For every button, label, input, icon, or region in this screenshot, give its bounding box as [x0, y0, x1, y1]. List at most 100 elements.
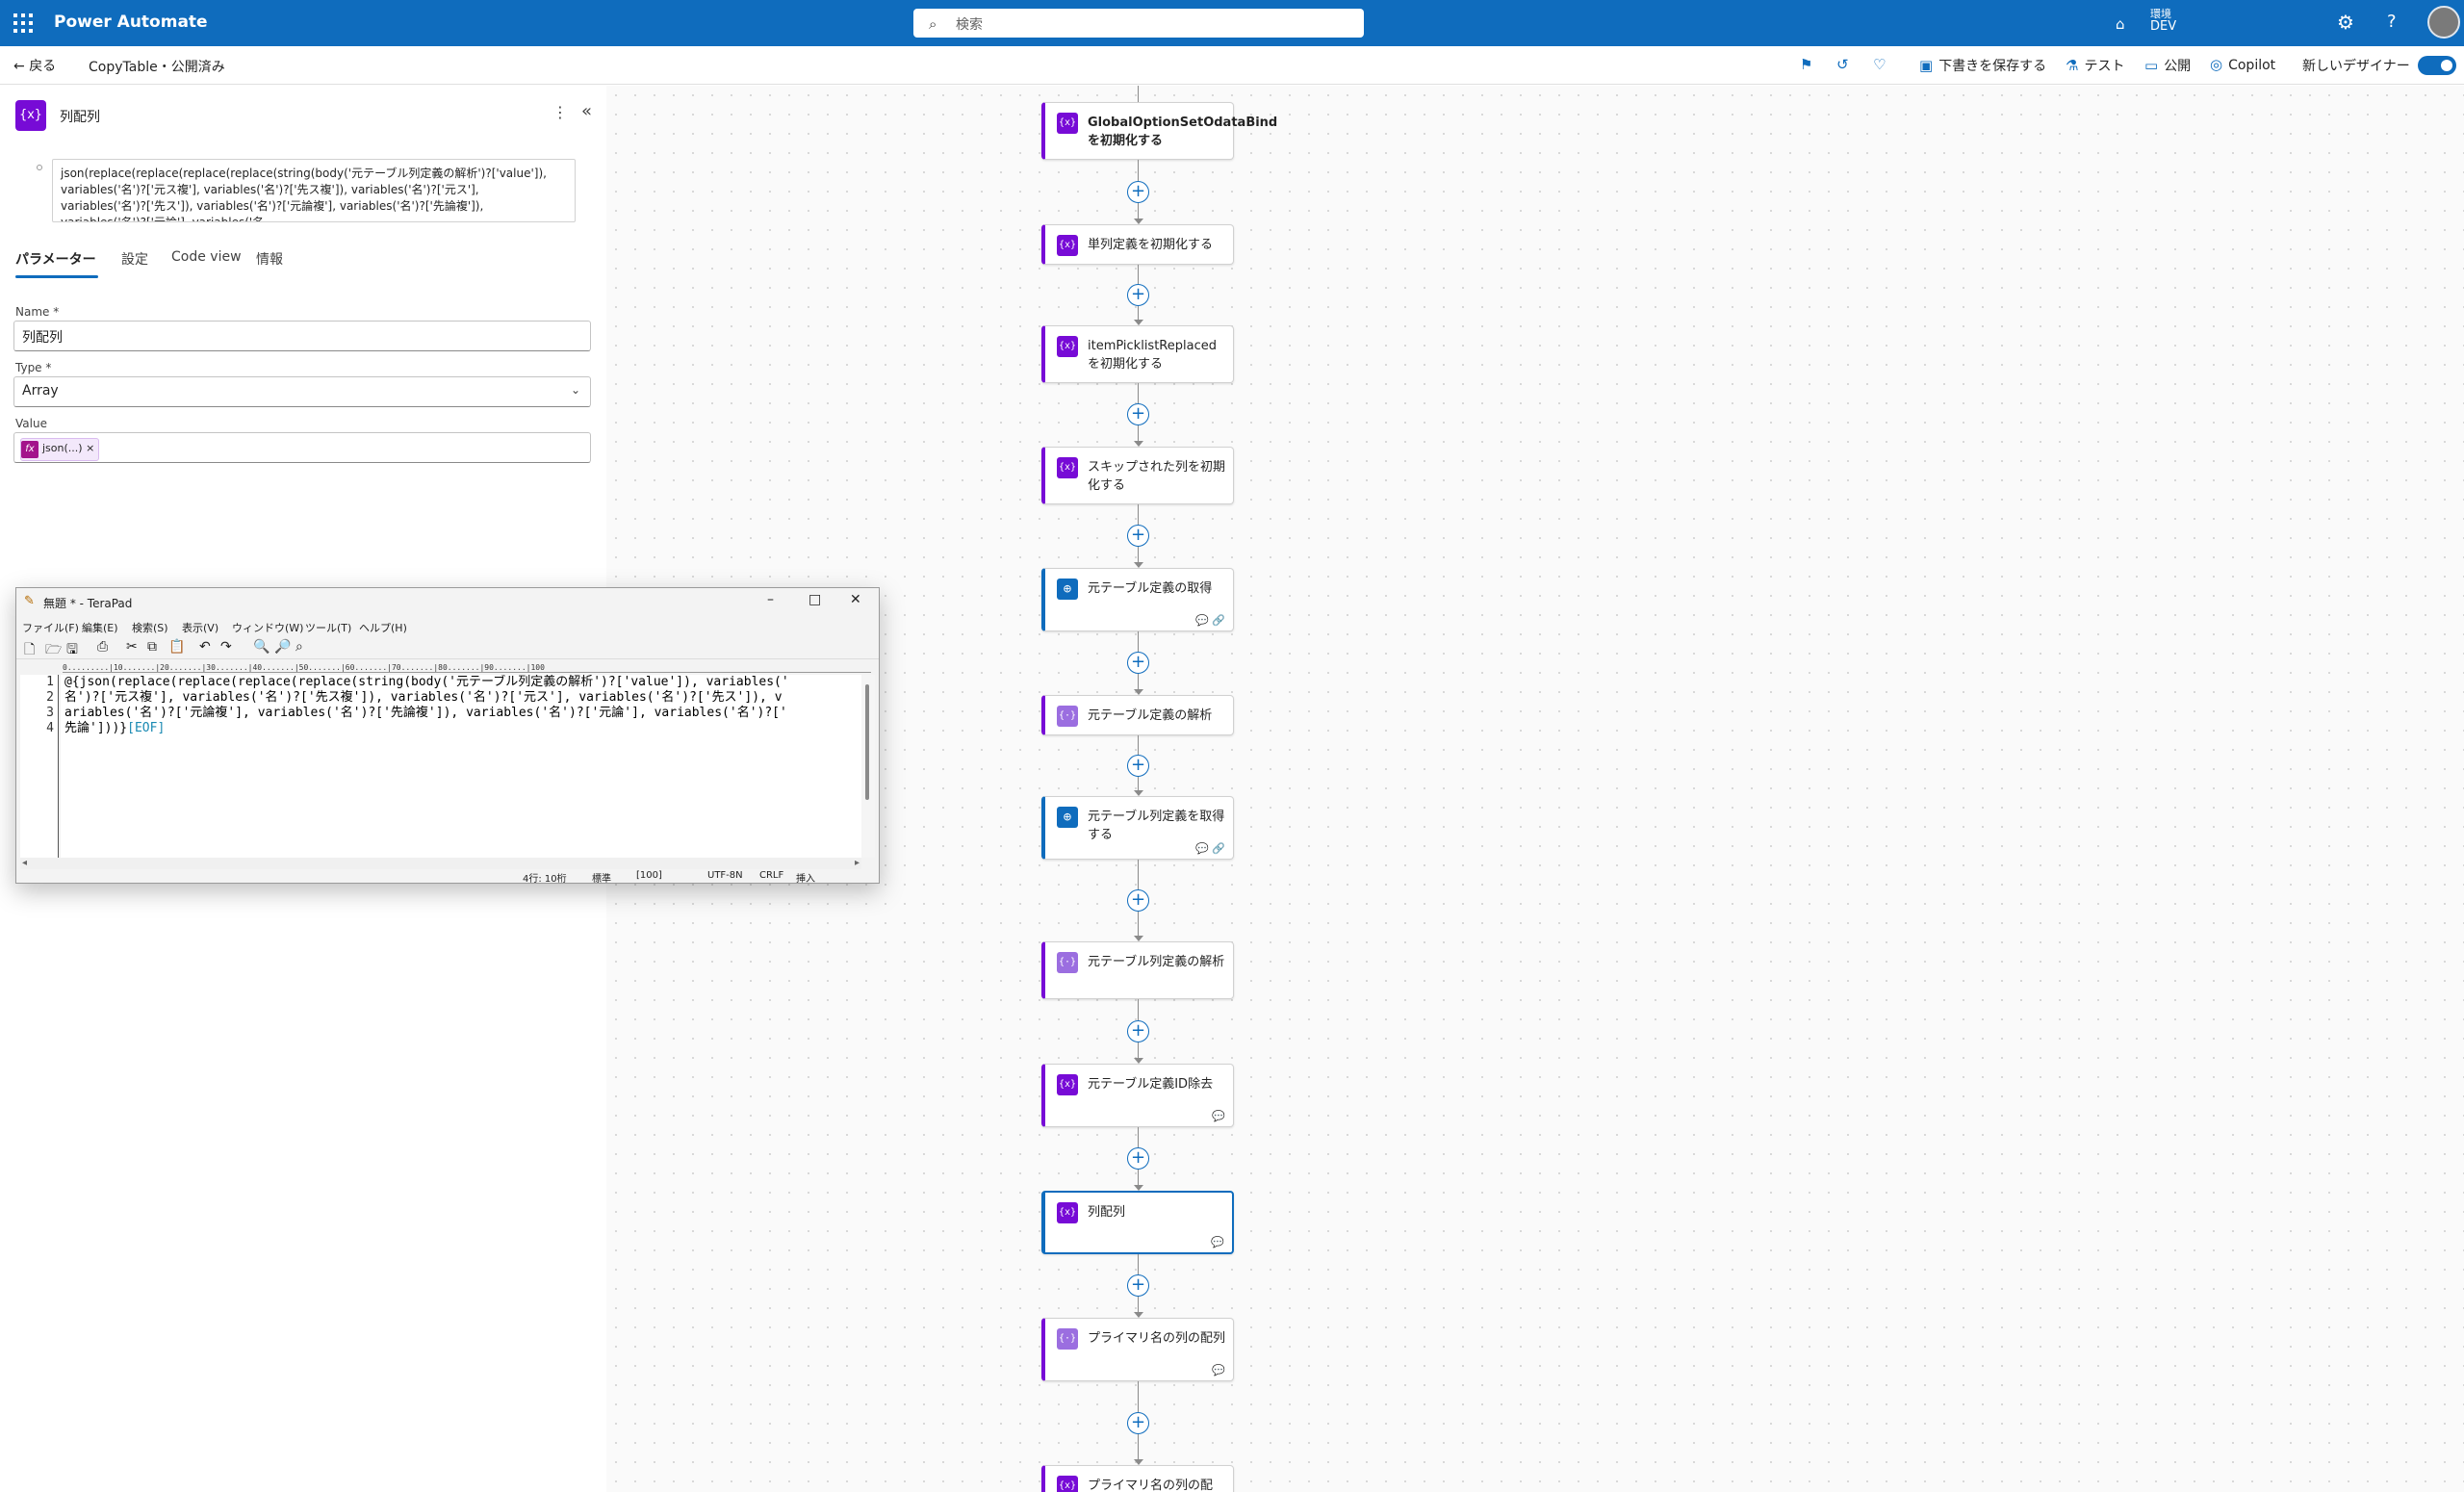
action-title: 元テーブル定義ID除去 [1088, 1077, 1214, 1092]
flow-canvas[interactable] [606, 86, 2464, 1492]
eof-marker: [EOF] [127, 721, 166, 735]
copy-icon[interactable]: ⧉ [147, 639, 157, 655]
add-action-plus-icon[interactable]: + [1127, 1020, 1149, 1042]
expression-preview[interactable]: json(replace(replace(replace(replace(str… [52, 159, 576, 222]
back-button[interactable]: ← 戻る [13, 56, 56, 75]
type-select[interactable]: Array ⌄ [13, 376, 591, 407]
app-name[interactable]: Power Automate [54, 13, 208, 32]
terapad-text-area[interactable]: @{json(replace(replace(replace(replace(s… [61, 675, 861, 858]
value-label: Value [15, 417, 47, 430]
function-icon: fx [21, 441, 38, 458]
terapad-titlebar[interactable]: ✎ 無題 * - TeraPad – □ ✕ [16, 588, 879, 615]
add-action-plus-icon[interactable]: + [1127, 755, 1149, 777]
add-action-plus-icon[interactable]: + [1127, 403, 1149, 425]
flow-action-card[interactable]: {x} 単列定義を初期化する [1041, 224, 1234, 265]
find-icon[interactable]: 🔍 [253, 639, 270, 655]
flow-action-card[interactable]: {x} 列配列 💬 [1041, 1191, 1234, 1254]
line-numbers: 1 2 3 4 [46, 675, 54, 735]
tab-parameters[interactable]: パラメーター [15, 249, 96, 269]
redo-icon[interactable]: ↷ [220, 639, 232, 655]
variable-icon: {x} [1057, 113, 1078, 134]
more-options-icon[interactable]: ⋮ [552, 103, 568, 121]
search-placeholder: 検索 [956, 17, 983, 33]
cut-icon[interactable]: ✂ [126, 639, 138, 655]
panel-title[interactable]: 列配列 [60, 107, 100, 126]
save-draft-button[interactable]: ▣ 下書きを保存する [1919, 56, 2046, 75]
new-designer-toggle[interactable] [2418, 56, 2456, 75]
diagnostics-icon[interactable]: ♡ [1873, 56, 1891, 73]
add-action-plus-icon[interactable]: + [1127, 525, 1149, 547]
collapse-panel-icon[interactable]: « [581, 101, 592, 121]
flow-action-card[interactable]: {·} 元テーブル列定義の解析 [1041, 941, 1234, 999]
flow-action-card[interactable]: {x} itemPicklistReplacedを初期化する [1041, 325, 1234, 383]
avatar[interactable] [2427, 6, 2460, 39]
menu-edit[interactable]: 編集(E) [82, 620, 118, 635]
terapad-title: 無題 * - TeraPad [43, 597, 133, 610]
menu-search[interactable]: 検索(S) [132, 620, 168, 635]
flow-checker-icon[interactable]: ⚑ [1800, 56, 1818, 73]
replace-icon[interactable]: ⌕ [295, 639, 303, 655]
comment-link-icons[interactable]: 💬 🔗 [1195, 842, 1225, 855]
save-icon[interactable]: 🖫 [66, 639, 78, 662]
menu-window[interactable]: ウィンドウ(W) [232, 620, 303, 635]
menu-view[interactable]: 表示(V) [182, 620, 218, 635]
vertical-scrollbar[interactable] [861, 675, 875, 858]
name-field[interactable]: 列配列 [13, 321, 591, 351]
flow-action-card[interactable]: {x} 元テーブル定義ID除去 💬 [1041, 1064, 1234, 1127]
flow-action-card[interactable]: ⊕ 元テーブル列定義を取得する 💬 🔗 [1041, 796, 1234, 860]
print-icon[interactable]: ⎙ [97, 639, 108, 655]
variable-icon: {x} [1057, 336, 1078, 357]
scroll-right-icon[interactable]: ▸ [855, 858, 860, 868]
terapad-window[interactable]: ✎ 無題 * - TeraPad – □ ✕ ファイル(F) 編集(E) 検索(… [15, 587, 880, 885]
add-action-plus-icon[interactable]: + [1127, 1412, 1149, 1434]
tab-code-view[interactable]: Code view [171, 249, 242, 265]
flow-action-card[interactable]: ⊕ 元テーブル定義の取得 💬 🔗 [1041, 568, 1234, 631]
tab-about[interactable]: 情報 [256, 249, 283, 269]
add-action-plus-icon[interactable]: + [1127, 181, 1149, 203]
command-bar: ← 戻る CopyTable・公開済み ⚑ ↺ ♡ ▣ 下書きを保存する ⚗ テスト… [0, 46, 2464, 85]
find-next-icon[interactable]: 🔎 [274, 639, 291, 655]
token-remove-icon[interactable]: × [86, 442, 94, 454]
menu-tools[interactable]: ツール(T) [305, 620, 351, 635]
globe-icon: ⊕ [1057, 807, 1078, 828]
action-title: プライマリ名の列の配列 [1088, 1331, 1226, 1346]
menu-file[interactable]: ファイル(F) [22, 620, 79, 635]
flow-action-card[interactable]: {x} プライマリ名の列の配 [1041, 1465, 1234, 1492]
expression-token[interactable]: fx json(...) × [20, 438, 100, 461]
paste-icon[interactable]: 📋 [168, 639, 185, 655]
add-action-plus-icon[interactable]: + [1127, 652, 1149, 674]
search-input[interactable]: ⌕ 検索 [913, 9, 1364, 38]
test-button[interactable]: ⚗ テスト [2066, 56, 2124, 75]
maximize-icon[interactable]: □ [808, 592, 821, 607]
top-bar: Power Automate ⌕ 検索 ⌂ 環境 DEV ⚙ ? [0, 0, 2464, 46]
flow-action-card[interactable]: {·} 元テーブル定義の解析 [1041, 695, 1234, 735]
new-file-icon[interactable]: 🗋 [24, 639, 35, 662]
menu-help[interactable]: ヘルプ(H) [359, 620, 407, 635]
comment-link-icons[interactable]: 💬 🔗 [1195, 614, 1225, 627]
tab-settings[interactable]: 設定 [121, 249, 148, 269]
flow-action-card[interactable]: {·} プライマリ名の列の配列 💬 [1041, 1318, 1234, 1381]
add-action-plus-icon[interactable]: + [1127, 889, 1149, 912]
comment-link-icons[interactable]: 💬 [1212, 1364, 1225, 1376]
add-action-plus-icon[interactable]: + [1127, 284, 1149, 306]
comment-link-icons[interactable]: 💬 [1212, 1110, 1225, 1122]
comment-link-icons[interactable]: 💬 [1211, 1236, 1224, 1248]
minimize-icon[interactable]: – [767, 592, 774, 607]
open-folder-icon[interactable]: 🗁 [45, 639, 62, 662]
undo-icon[interactable]: ↶ [199, 639, 211, 655]
help-icon[interactable]: ? [2387, 12, 2397, 32]
publish-button[interactable]: ▭ 公開 [2144, 56, 2191, 75]
history-icon[interactable]: ↺ [1836, 56, 1855, 73]
copilot-button[interactable]: ◎ Copilot [2210, 56, 2275, 73]
encoding: UTF-8N [707, 870, 743, 881]
flow-action-card[interactable]: {x} GlobalOptionSetOdataBindを初期化する [1041, 102, 1277, 160]
flow-action-card[interactable]: {x} スキップされた列を初期化する [1041, 447, 1234, 504]
scroll-left-icon[interactable]: ◂ [22, 858, 27, 868]
app-launcher-icon[interactable] [13, 13, 33, 33]
gear-icon[interactable]: ⚙ [2337, 11, 2354, 34]
close-icon[interactable]: ✕ [850, 592, 861, 607]
add-action-plus-icon[interactable]: + [1127, 1274, 1149, 1297]
add-action-plus-icon[interactable]: + [1127, 1147, 1149, 1170]
value-field[interactable]: fx json(...) × [13, 432, 591, 463]
horizontal-scrollbar[interactable]: ◂ ▸ [20, 858, 861, 869]
